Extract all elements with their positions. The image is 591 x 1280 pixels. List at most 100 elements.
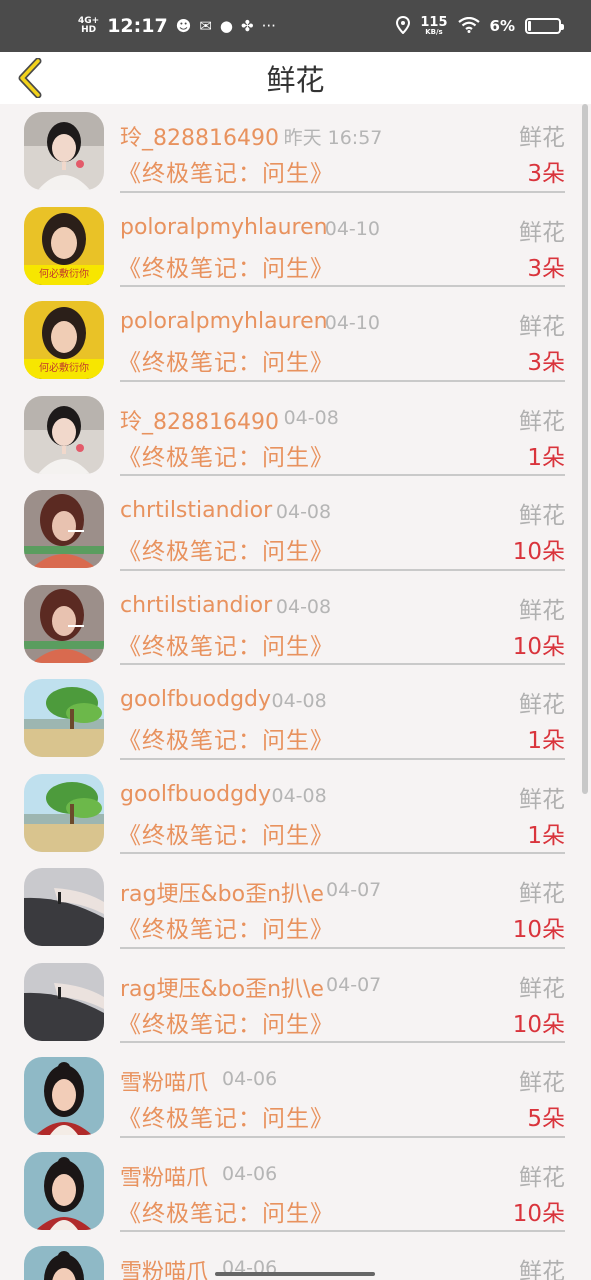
book-title[interactable]: 《终极笔记：问生》: [118, 249, 334, 283]
sender-name[interactable]: chrtilstiandior: [120, 593, 272, 618]
gift-type: 鲜花: [519, 1070, 565, 1096]
svg-text:何必敷衍你: 何必敷衍你: [39, 267, 89, 280]
gift-type: 鲜花: [519, 786, 565, 813]
list-item[interactable]: chrtilstiandior 04-08 《终极笔记：问生》 鲜花 10朵: [0, 482, 591, 577]
avatar[interactable]: [24, 1057, 104, 1135]
gift-count: 10朵: [512, 917, 565, 943]
network-indicator: 4G+ HD: [78, 17, 99, 35]
book-title[interactable]: 《终极笔记：问生》: [118, 154, 334, 188]
list-item[interactable]: 玲_828816490 04-08 《终极笔记：问生》 鲜花 1朵: [0, 388, 591, 483]
row-divider: [120, 663, 565, 665]
row-divider: [120, 946, 565, 949]
sender-name[interactable]: goolfbuodgdy: [120, 782, 271, 807]
avatar[interactable]: [24, 962, 104, 1041]
sender-name[interactable]: 雪粉喵爪: [120, 1065, 208, 1097]
sender-name[interactable]: poloralpmyhlauren: [120, 215, 328, 240]
gift-count: 10朵: [512, 1200, 565, 1227]
gift-count: 10朵: [512, 539, 565, 565]
sender-name[interactable]: rag埂压&bo歪n扒\e: [120, 876, 324, 908]
list-item[interactable]: 雪粉喵爪 04-06 《终极笔记：问生》 鲜花 5朵: [0, 1049, 591, 1144]
row-divider: [120, 757, 565, 760]
gift-type: 鲜花: [519, 597, 565, 624]
more-dots-icon: ···: [261, 16, 276, 35]
network-hd: HD: [81, 25, 97, 35]
gift-count: 5朵: [527, 1106, 565, 1132]
fan-icon: ✤: [241, 16, 254, 35]
timestamp: 04-06: [222, 1068, 278, 1090]
book-title[interactable]: 《终极笔记：问生》: [118, 721, 334, 755]
sender-name[interactable]: 雪粉喵爪: [120, 1160, 208, 1192]
location-icon: [396, 15, 411, 37]
row-divider: [120, 852, 565, 854]
sender-name[interactable]: 玲_828816490: [120, 120, 279, 152]
list-item[interactable]: chrtilstiandior 04-08 《终极笔记：问生》 鲜花 10朵: [0, 577, 591, 672]
book-title[interactable]: 《终极笔记：问生》: [118, 627, 334, 661]
timestamp: 04-08: [275, 501, 332, 523]
book-title[interactable]: 《终极笔记：问生》: [118, 1194, 334, 1228]
list-item[interactable]: 玲_828816490 昨天 16:57 《终极笔记：问生》 鲜花 3朵: [0, 104, 591, 199]
timestamp: 04-08: [275, 595, 332, 618]
avatar[interactable]: [24, 112, 104, 190]
avatar[interactable]: [24, 584, 104, 663]
sender-name[interactable]: poloralpmyhlauren: [120, 309, 328, 334]
gift-type: 鲜花: [519, 1164, 565, 1191]
book-title[interactable]: 《终极笔记：问生》: [118, 910, 334, 944]
gift-count: 1朵: [527, 728, 565, 754]
gift-type: 鲜花: [519, 1259, 565, 1280]
avatar[interactable]: 何必敷衍你: [24, 206, 104, 285]
header: 鲜花: [0, 52, 591, 104]
avatar[interactable]: [24, 679, 104, 757]
avatar[interactable]: 何必敷衍你: [24, 301, 104, 379]
list-item[interactable]: goolfbuodgdy 04-08 《终极笔记：问生》 鲜花 1朵: [0, 766, 591, 861]
sender-name[interactable]: 雪粉喵爪: [120, 1254, 208, 1280]
row-divider: [120, 1041, 565, 1043]
list-item[interactable]: 何必敷衍你 poloralpmyhlauren 04-10 《终极笔记：问生》 鲜花 3朵: [0, 199, 591, 294]
network-speed: 115 KB/s: [420, 16, 447, 36]
avatar[interactable]: [24, 395, 104, 474]
timestamp: 04-08: [271, 690, 327, 712]
list-item[interactable]: rag埂压&bo歪n扒\e 04-07 《终极笔记：问生》 鲜花 10朵: [0, 955, 591, 1050]
gift-record-list[interactable]: 玲_828816490 昨天 16:57 《终极笔记：问生》 鲜花 3朵 何必敷衍你 pol…: [0, 104, 591, 1280]
avatar[interactable]: [24, 1246, 104, 1280]
book-title[interactable]: 《终极笔记：问生》: [118, 1099, 334, 1133]
svg-text:何必敷衍你: 何必敷衍你: [39, 361, 89, 374]
avatar[interactable]: [24, 1151, 104, 1230]
sender-name[interactable]: rag埂压&bo歪n扒\e: [120, 971, 324, 1003]
battery-percent: 6%: [489, 17, 515, 35]
gift-type: 鲜花: [519, 125, 565, 151]
avatar[interactable]: [24, 490, 104, 568]
timestamp: 04-06: [222, 1162, 278, 1185]
clock: 12:17: [107, 15, 168, 37]
book-title[interactable]: 《终极笔记：问生》: [118, 1005, 334, 1039]
book-title[interactable]: 《终极笔记：问生》: [118, 532, 334, 566]
sender-name[interactable]: 玲_828816490: [120, 404, 279, 436]
list-item[interactable]: 雪粉喵爪 04-06 《终极笔记：问生》 鲜花 10朵: [0, 1144, 591, 1239]
cat-app-icon: ☻: [175, 16, 192, 35]
home-indicator[interactable]: [215, 1272, 375, 1276]
book-title[interactable]: 《终极笔记：问生》: [118, 816, 334, 850]
gift-count: 10朵: [512, 1011, 565, 1038]
row-divider: [120, 1230, 565, 1232]
list-item[interactable]: 何必敷衍你 poloralpmyhlauren 04-10 《终极笔记：问生》 鲜花 3朵: [0, 293, 591, 388]
chevron-left-icon: [18, 58, 42, 98]
avatar[interactable]: [24, 868, 104, 946]
gift-type: 鲜花: [519, 881, 565, 907]
book-title[interactable]: 《终极笔记：问生》: [118, 343, 334, 377]
row-divider: [120, 285, 565, 287]
back-button[interactable]: [14, 58, 48, 98]
sender-name[interactable]: chrtilstiandior: [120, 498, 272, 523]
avatar[interactable]: [24, 773, 104, 852]
scrollbar[interactable]: [582, 104, 588, 794]
book-title[interactable]: 《终极笔记：问生》: [118, 438, 334, 472]
timestamp: 04-08: [271, 784, 327, 807]
timestamp: 04-07: [326, 973, 382, 996]
sender-name[interactable]: goolfbuodgdy: [120, 687, 271, 712]
list-item[interactable]: rag埂压&bo歪n扒\e 04-07 《终极笔记：问生》 鲜花 10朵: [0, 860, 591, 955]
battery-icon: [525, 18, 564, 34]
row-divider: [120, 190, 565, 193]
list-item[interactable]: goolfbuodgdy 04-08 《终极笔记：问生》 鲜花 1朵: [0, 671, 591, 766]
gift-count: 3朵: [527, 255, 565, 282]
timestamp: 04-10: [324, 312, 380, 334]
gift-type: 鲜花: [519, 503, 565, 529]
gift-count: 10朵: [512, 633, 565, 660]
